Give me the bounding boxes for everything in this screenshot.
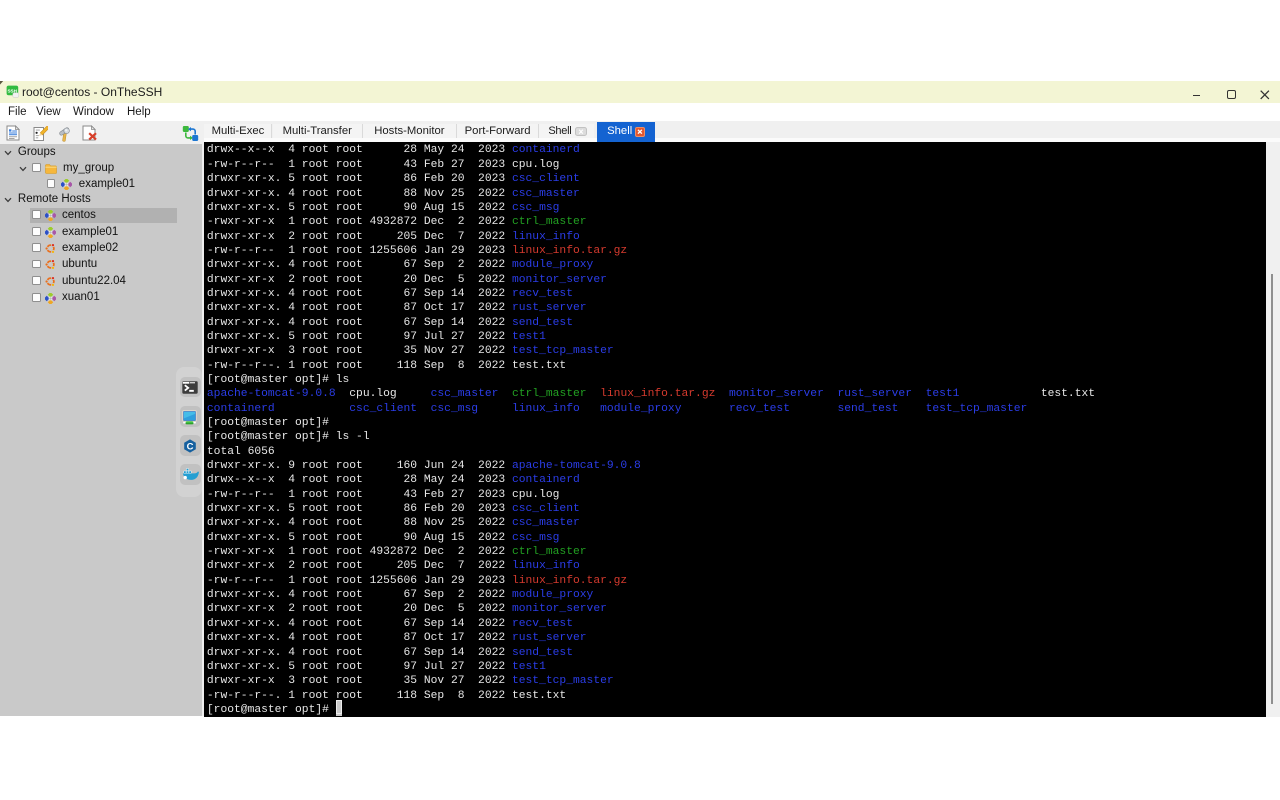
svg-text:C: C bbox=[187, 441, 194, 452]
